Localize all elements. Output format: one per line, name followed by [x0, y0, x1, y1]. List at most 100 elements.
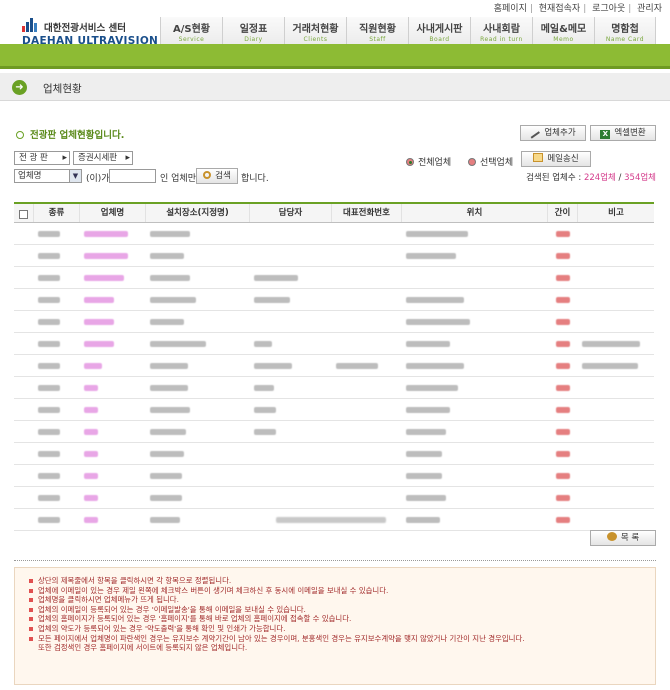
- table-row[interactable]: [14, 443, 654, 465]
- table-cell[interactable]: [80, 311, 146, 333]
- pencil-icon: [530, 130, 541, 139]
- top-links: 홈페이지 | 현재접속자 | 로그아웃 | 관리자: [493, 4, 662, 14]
- obscured-text: [406, 428, 446, 435]
- obscured-text: [150, 494, 182, 501]
- col-company-name[interactable]: 업체명: [80, 204, 146, 222]
- table-cell[interactable]: [80, 377, 146, 399]
- table-cell: [548, 311, 578, 333]
- col-type[interactable]: 종류: [34, 204, 80, 222]
- table-cell: [146, 245, 250, 267]
- table-cell: [578, 223, 654, 245]
- current-users-link[interactable]: 현재접속자: [539, 4, 580, 14]
- table-cell: [402, 443, 548, 465]
- col-install-location[interactable]: 설치장소(지정명): [146, 204, 250, 222]
- nav-diary[interactable]: 일정표 Diary: [222, 17, 284, 44]
- note-item: 업체의 약도가 등록되어 있는 경우 '약도출력'을 통해 확인 및 인쇄가 가…: [29, 624, 645, 634]
- table-row[interactable]: [14, 333, 654, 355]
- table-cell: [34, 223, 80, 245]
- tab-securities-board[interactable]: 증권시세판: [73, 151, 133, 165]
- table-cell: [578, 245, 654, 267]
- table-cell: [548, 421, 578, 443]
- note-item: 업체명을 클릭하시면 업체메뉴가 뜨게 됩니다.: [29, 595, 645, 605]
- table-row[interactable]: [14, 267, 654, 289]
- table-cell[interactable]: [80, 223, 146, 245]
- company-table: 종류 업체명 설치장소(지정명) 담당자 대표전화번호 위치 간이 비고: [14, 202, 654, 531]
- table-cell: [34, 399, 80, 421]
- table-cell: [14, 267, 34, 289]
- table-cell: [578, 509, 654, 531]
- nav-staff[interactable]: 직원현황 Staff: [346, 17, 408, 44]
- table-cell[interactable]: [80, 267, 146, 289]
- nav-name-card[interactable]: 명함첩 Name Card: [594, 17, 656, 44]
- obscured-text: [254, 384, 274, 391]
- home-link[interactable]: 홈페이지: [494, 4, 527, 14]
- table-cell[interactable]: [80, 465, 146, 487]
- table-header: 종류 업체명 설치장소(지정명) 담당자 대표전화번호 위치 간이 비고: [14, 202, 654, 223]
- table-cell[interactable]: [80, 487, 146, 509]
- obscured-text: [150, 340, 206, 347]
- col-phone[interactable]: 대표전화번호: [332, 204, 402, 222]
- table-row[interactable]: [14, 399, 654, 421]
- tab-signboard[interactable]: 전 광 판: [14, 151, 70, 165]
- table-row[interactable]: [14, 245, 654, 267]
- col-remarks[interactable]: 비고: [578, 204, 654, 222]
- table-cell[interactable]: [80, 289, 146, 311]
- table-cell: [548, 399, 578, 421]
- table-cell[interactable]: [80, 245, 146, 267]
- table-cell: [548, 245, 578, 267]
- search-input[interactable]: [109, 169, 156, 183]
- logout-link[interactable]: 로그아웃: [592, 4, 625, 14]
- search-button[interactable]: 검색: [196, 168, 238, 184]
- help-notes: 상단의 제목줄에서 항목을 클릭하시면 각 항목으로 정렬됩니다. 업체에 이메…: [14, 567, 656, 685]
- obscured-text: [406, 252, 456, 259]
- table-cell: [402, 377, 548, 399]
- list-button[interactable]: 목 록: [590, 530, 656, 546]
- table-row[interactable]: [14, 223, 654, 245]
- table-cell: [146, 399, 250, 421]
- table-cell[interactable]: [80, 443, 146, 465]
- col-simple[interactable]: 간이: [548, 204, 578, 222]
- table-row[interactable]: [14, 311, 654, 333]
- table-cell[interactable]: [80, 421, 146, 443]
- table-row[interactable]: [14, 355, 654, 377]
- table-row[interactable]: [14, 421, 654, 443]
- obscured-text: [406, 406, 450, 413]
- table-row[interactable]: [14, 487, 654, 509]
- excel-export-button[interactable]: X 엑셀변환: [590, 125, 656, 141]
- radio-all-companies[interactable]: 전체업체: [406, 155, 451, 168]
- table-row[interactable]: [14, 377, 654, 399]
- nav-board[interactable]: 사내게시판 Board: [408, 17, 470, 44]
- admin-link[interactable]: 관리자: [637, 4, 662, 14]
- obscured-text: [406, 340, 450, 347]
- col-manager[interactable]: 담당자: [250, 204, 332, 222]
- nav-clients[interactable]: 거래처현황 Clients: [284, 17, 346, 44]
- table-row[interactable]: [14, 289, 654, 311]
- table-cell[interactable]: [80, 399, 146, 421]
- table-cell: [332, 465, 402, 487]
- obscured-text: [254, 340, 272, 347]
- table-cell: [332, 421, 402, 443]
- page-title: 업체현황: [43, 83, 82, 95]
- col-location[interactable]: 위치: [402, 204, 548, 222]
- search-field-select[interactable]: 업체명 ▼: [14, 169, 82, 183]
- obscured-text: [556, 230, 570, 237]
- obscured-text: [38, 428, 60, 435]
- table-cell[interactable]: [80, 333, 146, 355]
- table-cell: [548, 377, 578, 399]
- send-mail-button[interactable]: 메일송신: [521, 151, 591, 167]
- nav-service[interactable]: A/S현황 Service: [160, 17, 222, 44]
- add-company-button[interactable]: 업체추가: [520, 125, 586, 141]
- select-all-checkbox[interactable]: [14, 204, 34, 222]
- radio-selected-companies[interactable]: 선택업체: [468, 155, 513, 168]
- table-row[interactable]: [14, 465, 654, 487]
- table-cell: [332, 289, 402, 311]
- table-cell: [402, 355, 548, 377]
- pagination[interactable]: [276, 517, 386, 523]
- table-cell: [14, 377, 34, 399]
- table-cell[interactable]: [80, 509, 146, 531]
- table-cell: [402, 333, 548, 355]
- nav-read-in-turn[interactable]: 사내회람 Read in turn: [470, 17, 532, 44]
- obscured-text: [150, 472, 182, 479]
- nav-memo[interactable]: 메일&메모 Memo: [532, 17, 594, 44]
- table-cell[interactable]: [80, 355, 146, 377]
